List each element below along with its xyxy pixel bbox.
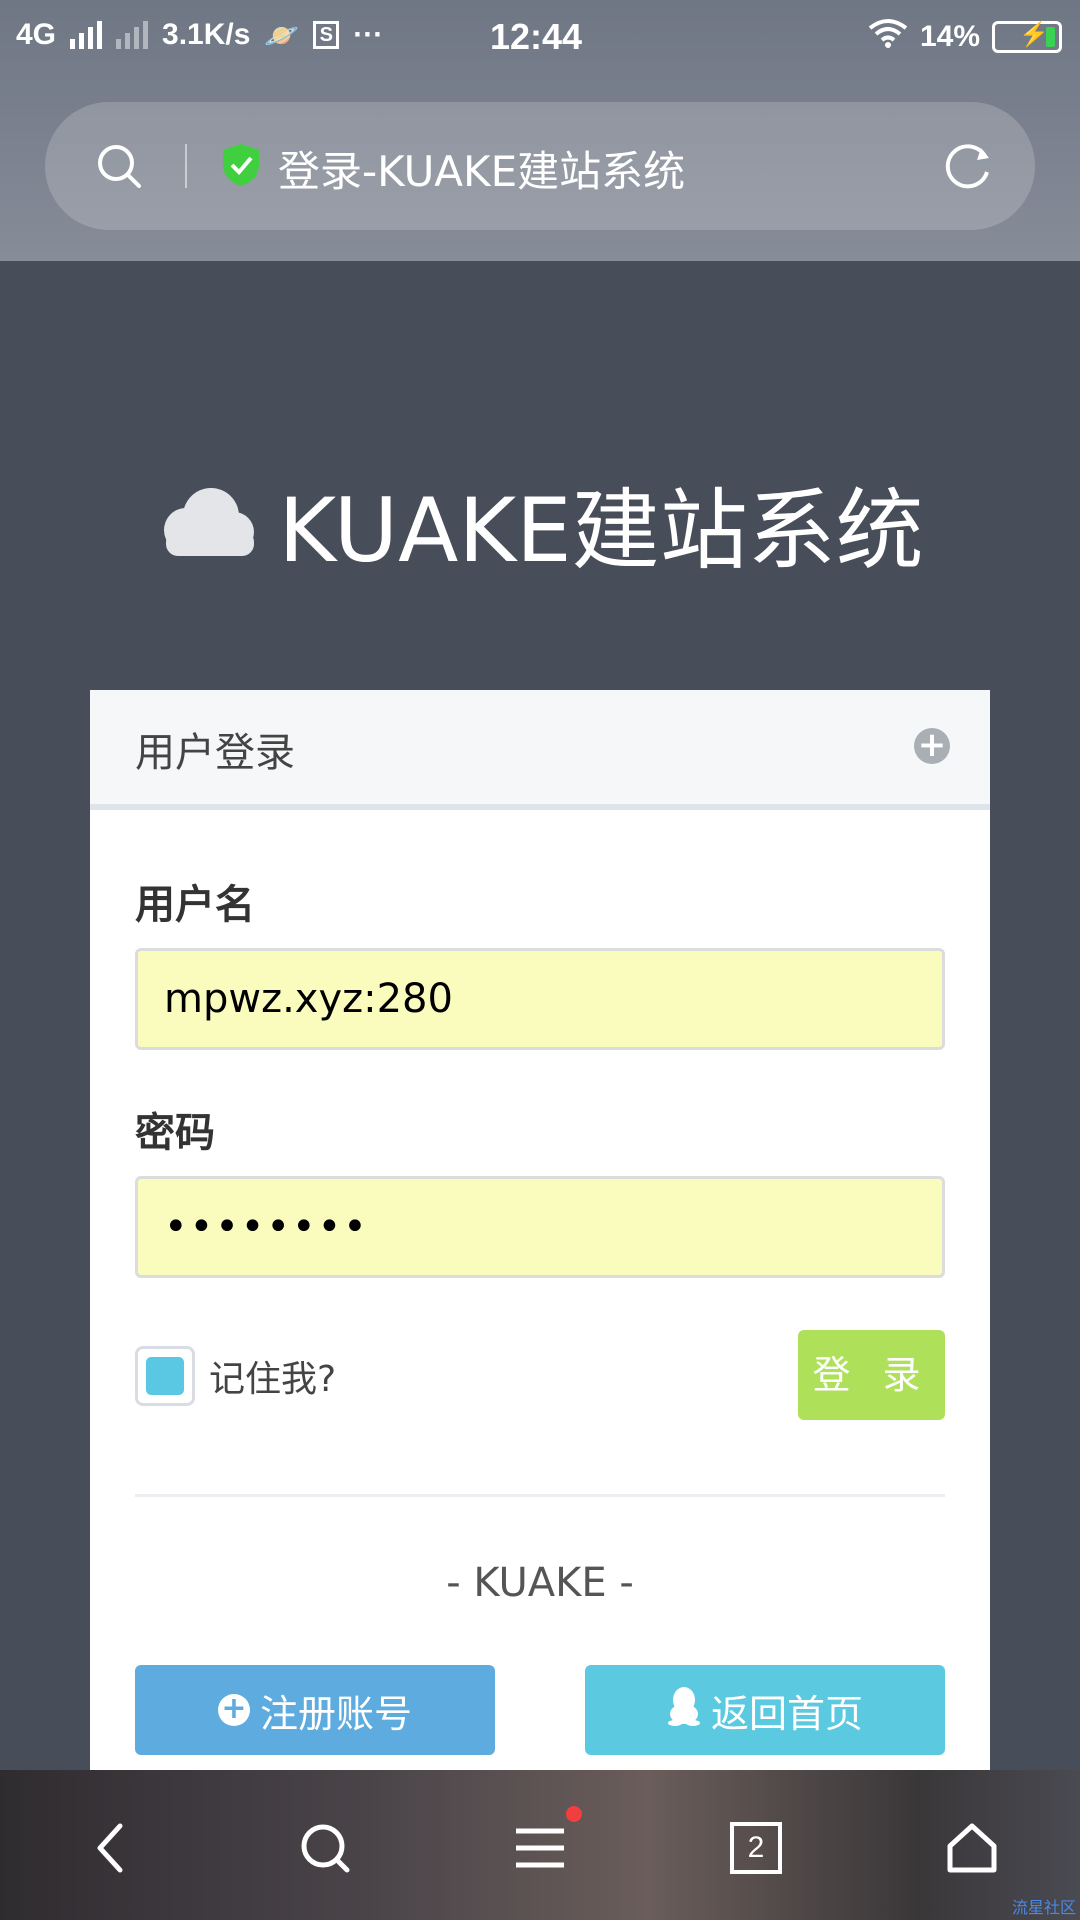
divider <box>135 1494 945 1497</box>
clock: 12:44 <box>490 16 583 57</box>
tab-count: 2 <box>730 1822 782 1874</box>
login-card: 用户登录 + 用户名 mpwz.xyz:280 密码 •••••••• 记住我?… <box>90 690 990 1770</box>
password-field[interactable]: •••••••• <box>135 1176 945 1278</box>
search-nav-icon[interactable] <box>285 1808 365 1888</box>
brand-text: - KUAKE - <box>446 1560 634 1606</box>
site-header: KUAKE建站系统 <box>0 460 1080 587</box>
back-icon[interactable] <box>70 1808 150 1888</box>
refresh-icon[interactable] <box>941 138 997 198</box>
qq-penguin-icon <box>667 1686 701 1735</box>
network-type: 4G <box>16 18 57 51</box>
home-button[interactable]: 返回首页 <box>585 1665 945 1755</box>
network-speed: 3.1K/s <box>162 18 251 51</box>
browser-topbar: 4G 3.1K/s 🪐 S ··· 12:44 14% ⚡ 登录-KUAKE建站… <box>0 0 1080 261</box>
search-icon[interactable] <box>95 142 143 194</box>
home-nav-icon[interactable] <box>932 1808 1012 1888</box>
signal-icon <box>70 21 103 49</box>
browser-bottom-bar: 2 流星社区 <box>0 1770 1080 1920</box>
wifi-icon <box>868 18 908 56</box>
secure-shield-icon <box>220 142 262 192</box>
remember-label: 记住我? <box>209 1359 337 1400</box>
signal-2-icon <box>116 21 149 49</box>
battery-icon: ⚡ <box>992 21 1062 53</box>
card-header: 用户登录 + <box>90 690 990 810</box>
tabs-icon[interactable]: 2 <box>716 1808 796 1888</box>
more-notifications-icon: ··· <box>353 18 384 51</box>
watermark: 流星社区 <box>1011 1898 1076 1917</box>
planet-icon: 🪐 <box>264 19 300 51</box>
username-label: 用户名 <box>135 882 255 928</box>
register-label: 注册账号 <box>259 1691 412 1736</box>
card-title: 用户登录 <box>135 730 295 776</box>
menu-icon[interactable] <box>500 1806 582 1888</box>
remember-checkbox[interactable] <box>135 1346 195 1406</box>
site-title: KUAKE建站系统 <box>278 479 924 582</box>
home-label: 返回首页 <box>710 1691 863 1736</box>
cloud-icon <box>156 486 256 562</box>
login-button[interactable]: 登 录 <box>798 1330 945 1420</box>
address-bar[interactable]: 登录-KUAKE建站系统 <box>45 102 1035 230</box>
battery-percent: 14% <box>919 20 980 53</box>
address-divider <box>185 144 187 188</box>
notification-dot <box>566 1806 582 1822</box>
status-bar: 4G 3.1K/s 🪐 S ··· 12:44 14% ⚡ <box>0 0 1080 75</box>
plus-circle-icon: + <box>217 1694 250 1726</box>
remember-me[interactable]: 记住我? <box>135 1346 336 1406</box>
register-button[interactable]: + 注册账号 <box>135 1665 495 1755</box>
username-field[interactable]: mpwz.xyz:280 <box>135 948 945 1050</box>
page-title[interactable]: 登录-KUAKE建站系统 <box>278 138 685 199</box>
password-label: 密码 <box>135 1110 215 1156</box>
expand-plus-icon[interactable]: + <box>914 728 950 764</box>
app-s-icon: S <box>313 21 340 49</box>
